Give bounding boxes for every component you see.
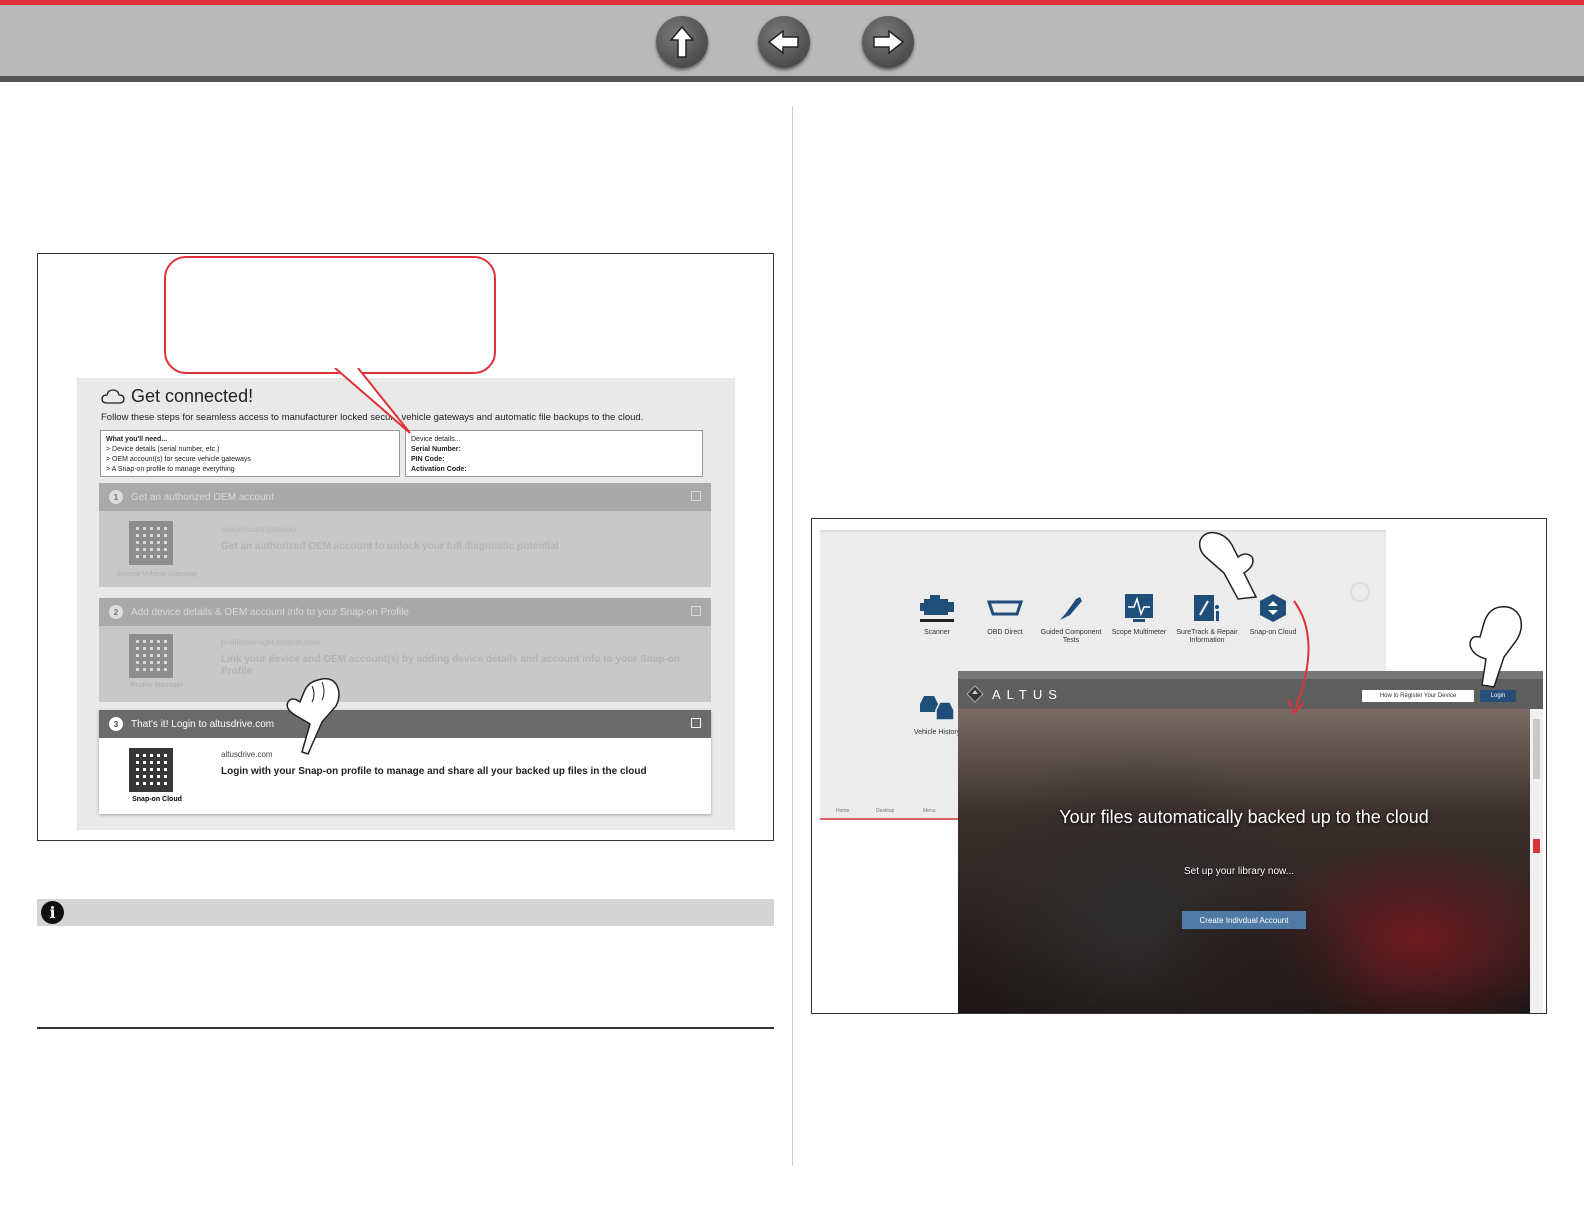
obd-connector-icon xyxy=(986,600,1024,616)
right-arrow-icon xyxy=(873,29,905,55)
footer-desktop[interactable]: Desktop xyxy=(876,808,894,814)
register-device-button[interactable]: How to Register Your Device xyxy=(1362,690,1474,702)
step-1-card: 1 Get an authorized OEM account Secure V… xyxy=(99,483,711,587)
callout-pointer xyxy=(334,368,411,434)
step-1-header[interactable]: 1 Get an authorized OEM account xyxy=(99,483,711,511)
serial-label: Serial Number: xyxy=(411,446,461,453)
pointing-hand-icon xyxy=(1469,605,1523,688)
scope-icon xyxy=(1125,594,1153,622)
qr-label: Secure Vehicle Gateway xyxy=(116,571,198,578)
need-item: > OEM account(s) for secure vehicle gate… xyxy=(106,456,251,463)
info-icon: i xyxy=(41,901,64,924)
footer-home[interactable]: Home xyxy=(836,808,849,814)
altus-logo-icon xyxy=(966,685,984,703)
vehicles-icon xyxy=(920,696,955,721)
cloud-icon xyxy=(101,388,125,404)
step-url: altusdrive.com xyxy=(221,750,273,759)
external-link-icon[interactable] xyxy=(691,718,701,728)
loading-indicator xyxy=(1350,582,1370,602)
tile-label: Scanner xyxy=(923,629,951,636)
scrollbar-thumb[interactable] xyxy=(1533,719,1540,779)
qr-label: Profile Manager xyxy=(130,682,184,689)
step-number: 3 xyxy=(109,717,123,731)
altus-website: ALTUS How to Register Your Device Login … xyxy=(958,671,1543,1013)
qr-code xyxy=(129,748,173,792)
tile-label: OBD Direct xyxy=(987,629,1023,636)
scrollbar[interactable] xyxy=(1530,709,1543,1013)
pointing-hand-icon xyxy=(1198,531,1258,600)
external-link-icon[interactable] xyxy=(691,491,701,501)
probe-icon xyxy=(1060,597,1082,620)
tile-scanner[interactable]: Scanner xyxy=(902,590,972,637)
tile-obd-direct[interactable]: OBD Direct xyxy=(970,590,1040,637)
step-description: Login with your Snap-on profile to manag… xyxy=(221,766,647,777)
engine-icon xyxy=(920,595,954,622)
step-3-header[interactable]: 3 That's it! Login to altusdrive.com xyxy=(99,710,711,738)
altus-header: ALTUS How to Register Your Device Login xyxy=(958,671,1543,709)
scroll-marker xyxy=(1533,839,1540,853)
need-item: > Device details (serial number, etc.) xyxy=(106,446,220,453)
step-title: That's it! Login to altusdrive.com xyxy=(131,718,275,730)
tile-label: Scope Multimeter xyxy=(1111,629,1167,636)
note-bar: i xyxy=(37,899,774,926)
section-rule xyxy=(37,1027,774,1029)
step-url: snapon.com/gateway xyxy=(221,525,297,534)
callout-box xyxy=(164,256,496,374)
altus-logo: ALTUS xyxy=(966,685,1063,703)
create-account-button[interactable]: Create Indivdual Account xyxy=(1182,911,1306,929)
portal-title: Get connected! xyxy=(101,386,253,407)
tile-scope-multimeter[interactable]: Scope Multimeter xyxy=(1104,590,1174,637)
step-title: Get an authorized OEM account xyxy=(131,491,274,503)
external-link-icon[interactable] xyxy=(691,606,701,616)
top-nav-bar xyxy=(0,0,1584,82)
step-2-header[interactable]: 2 Add device details & OEM account info … xyxy=(99,598,711,626)
tile-label: SureTrack & Repair Information xyxy=(1176,629,1238,644)
login-button[interactable]: Login xyxy=(1480,690,1516,702)
left-arrow-icon xyxy=(767,29,799,55)
altus-setup-text: Set up your library now... xyxy=(1184,866,1295,877)
dashboard-cloud-figure: Scanner OBD Direct Guided Component Test… xyxy=(811,518,1547,1014)
pin-label: PIN Code: xyxy=(411,456,445,463)
qr-label: Snap-on Cloud xyxy=(132,796,182,803)
device-heading: Device details... xyxy=(411,436,461,443)
altus-headline: Your files automatically backed up to th… xyxy=(1059,807,1429,827)
back-button[interactable] xyxy=(758,16,810,68)
step-3-card: 3 That's it! Login to altusdrive.com Sna… xyxy=(99,710,711,814)
activation-label: Activation Code: xyxy=(411,466,467,473)
need-item: > A Snap-on profile to manage everything xyxy=(106,466,235,473)
up-arrow-button[interactable] xyxy=(656,16,708,68)
step-number: 1 xyxy=(109,490,123,504)
step-url: profilemanager.snapon.com xyxy=(221,638,320,647)
qr-code xyxy=(129,634,173,678)
get-connected-portal: Get connected! Follow these steps for se… xyxy=(77,378,735,830)
step-2-card: 2 Add device details & OEM account info … xyxy=(99,598,711,702)
mechanic-photo xyxy=(958,709,1530,1013)
pointing-hand-icon xyxy=(286,677,340,755)
step-description: Get an authorized OEM account to unlock … xyxy=(221,541,559,552)
qr-code xyxy=(129,521,173,565)
column-divider xyxy=(792,106,793,1166)
forward-button[interactable] xyxy=(862,16,914,68)
up-arrow-icon xyxy=(669,25,695,58)
footer-menu[interactable]: Menu xyxy=(923,808,936,814)
tile-guided-component-tests[interactable]: Guided Component Tests xyxy=(1036,590,1106,645)
tile-label: Guided Component Tests xyxy=(1040,629,1102,644)
step-title: Add device details & OEM account info to… xyxy=(131,606,409,618)
step-number: 2 xyxy=(109,605,123,619)
device-details-box: Device details... Serial Number: PIN Cod… xyxy=(405,430,703,477)
red-arrow-icon xyxy=(1287,600,1310,715)
